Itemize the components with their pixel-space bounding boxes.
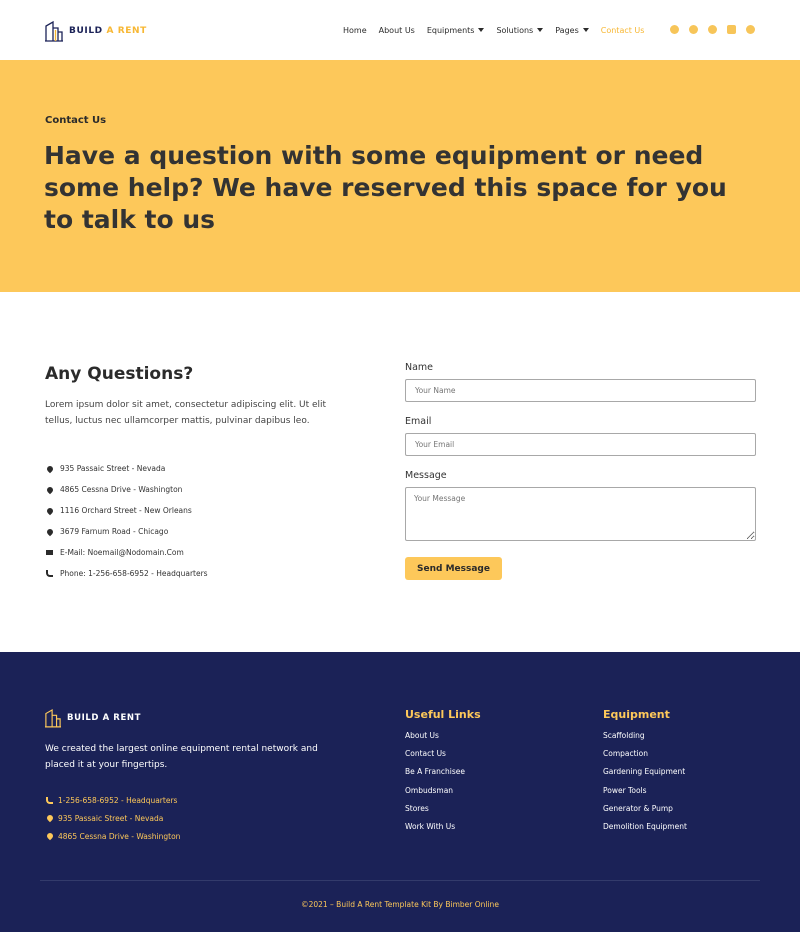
chevron-down-icon — [478, 28, 485, 32]
info-item: 935 Passaic Street - Nevada — [45, 458, 208, 479]
footer-link[interactable]: Scaffolding — [603, 731, 687, 749]
footer-link[interactable]: Demolition Equipment — [603, 822, 687, 840]
instagram-icon[interactable] — [670, 25, 679, 34]
email-label: Email — [405, 416, 432, 427]
nav-pages[interactable]: Pages — [555, 26, 589, 35]
site-logo[interactable]: BUILD A RENT — [45, 20, 147, 42]
footer-link[interactable]: Stores — [405, 804, 481, 822]
building-logo-icon — [45, 709, 61, 728]
name-input[interactable] — [405, 379, 756, 402]
footer-description: We created the largest online equipment … — [45, 744, 318, 770]
info-item: 3679 Farnum Road - Chicago — [45, 521, 208, 542]
site-header: BUILD A RENT Home About Us Equipments So… — [0, 0, 800, 60]
equipment-column: Equipment Scaffolding Compaction Gardeni… — [603, 708, 687, 840]
map-pin-icon — [45, 527, 54, 536]
footer-divider — [40, 880, 760, 881]
nav-solutions[interactable]: Solutions — [496, 26, 544, 35]
message-label: Message — [405, 470, 447, 481]
site-footer: BUILD A RENT We created the largest onli… — [0, 652, 800, 932]
useful-links-title: Useful Links — [405, 708, 481, 721]
building-logo-icon — [45, 20, 63, 42]
info-item: Phone: 1-256-658-6952 - Headquarters — [45, 563, 208, 584]
map-pin-icon — [45, 831, 54, 841]
map-pin-icon — [45, 485, 54, 494]
footer-link[interactable]: Contact Us — [405, 749, 481, 767]
equipment-title: Equipment — [603, 708, 670, 721]
hero-label: Contact Us — [45, 115, 107, 126]
hero-title: Have a question with some equipment or n… — [44, 141, 727, 234]
contact-section: Any Questions? Lorem ipsum dolor sit ame… — [0, 292, 800, 652]
youtube-icon[interactable] — [727, 25, 736, 34]
chevron-down-icon — [582, 28, 589, 32]
contact-form: Name Email Message — [405, 362, 756, 541]
name-label: Name — [405, 362, 434, 373]
info-item: 1116 Orchard Street - New Orleans — [45, 500, 208, 521]
main-nav: Home About Us Equipments Solutions Pages… — [343, 24, 656, 36]
footer-link[interactable]: Compaction — [603, 749, 687, 767]
footer-contact-item[interactable]: 4865 Cessna Drive - Washington — [45, 827, 180, 845]
twitter-icon[interactable] — [708, 25, 717, 34]
footer-link[interactable]: Ombudsman — [405, 786, 481, 804]
footer-link[interactable]: Work With Us — [405, 822, 481, 840]
footer-link[interactable]: Power Tools — [603, 786, 687, 804]
footer-link[interactable]: Gardening Equipment — [603, 767, 687, 785]
any-questions-text: Lorem ipsum dolor sit amet, consectetur … — [45, 400, 327, 426]
hero-section: Contact Us Have a question with some equ… — [0, 60, 800, 292]
message-textarea[interactable] — [405, 487, 756, 541]
map-pin-icon — [45, 464, 54, 473]
contact-info-list: 935 Passaic Street - Nevada 4865 Cessna … — [45, 458, 208, 584]
phone-icon — [45, 796, 54, 804]
social-links — [670, 25, 765, 34]
envelope-icon — [45, 550, 54, 555]
nav-home[interactable]: Home — [343, 26, 367, 35]
any-questions-title: Any Questions? — [45, 364, 194, 384]
footer-logo[interactable]: BUILD A RENT — [45, 708, 141, 728]
nav-equipments[interactable]: Equipments — [427, 26, 485, 35]
footer-contact-item[interactable]: 1-256-658-6952 - Headquarters — [45, 791, 180, 809]
footer-link[interactable]: Generator & Pump — [603, 804, 687, 822]
nav-about-us[interactable]: About Us — [379, 26, 415, 35]
footer-link[interactable]: About Us — [405, 731, 481, 749]
footer-contacts: 1-256-658-6952 - Headquarters 935 Passai… — [45, 791, 180, 845]
info-item: E-Mail: Noemail@Nodomain.Com — [45, 542, 208, 563]
footer-logo-text: BUILD A RENT — [67, 713, 141, 723]
map-pin-icon — [45, 506, 54, 515]
info-item: 4865 Cessna Drive - Washington — [45, 479, 208, 500]
copyright-text: ©2021 – Build A Rent Template Kit By Bim… — [301, 900, 499, 909]
chevron-down-icon — [537, 28, 544, 32]
footer-link[interactable]: Be A Franchisee — [405, 767, 481, 785]
pinterest-icon[interactable] — [746, 25, 755, 34]
useful-links-column: Useful Links About Us Contact Us Be A Fr… — [405, 708, 481, 840]
map-pin-icon — [45, 813, 54, 823]
send-message-button[interactable]: Send Message — [405, 557, 502, 580]
logo-text: BUILD A RENT — [69, 26, 147, 36]
nav-contact-us[interactable]: Contact Us — [601, 26, 645, 35]
facebook-icon[interactable] — [689, 25, 698, 34]
phone-icon — [45, 570, 54, 577]
email-input[interactable] — [405, 433, 756, 456]
footer-contact-item[interactable]: 935 Passaic Street - Nevada — [45, 809, 180, 827]
